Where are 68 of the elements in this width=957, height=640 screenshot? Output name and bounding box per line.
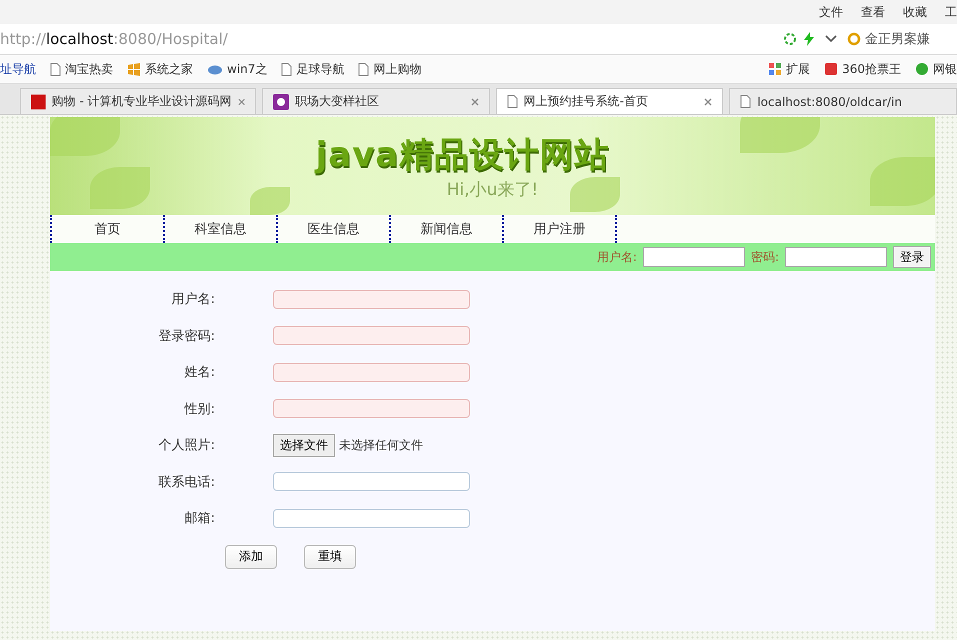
toolbar-button[interactable]: 扩展 — [768, 60, 810, 78]
input-field[interactable] — [273, 472, 470, 492]
field-label: 邮箱: — [184, 510, 215, 528]
ticket-icon — [824, 62, 838, 76]
coin-icon — [915, 62, 929, 76]
field-label: 用户名: — [170, 291, 215, 308]
password-field[interactable] — [785, 247, 887, 267]
grid-icon — [768, 62, 782, 76]
field-label: 登录密码: — [158, 328, 215, 345]
input-field[interactable] — [273, 326, 470, 346]
menu-item[interactable]: 收藏 — [903, 4, 927, 20]
page-icon — [281, 62, 292, 76]
site-title: java精品设计网站 — [316, 134, 610, 176]
browser-tab[interactable]: 网上预约挂号系统-首页 — [496, 88, 724, 114]
refresh-icon[interactable] — [783, 32, 797, 46]
field-label: 用户名: — [596, 248, 637, 266]
leaf-shape — [50, 117, 120, 156]
page-icon — [358, 62, 370, 76]
browser-tab[interactable]: 职场大变样社区 — [262, 88, 490, 114]
address-bar[interactable]: http://localhost:8080/Hospital/ — [0, 30, 783, 48]
field-label: 性别: — [183, 400, 215, 418]
cloud-icon — [207, 64, 223, 74]
leaf-shape — [570, 177, 620, 212]
bookmark[interactable]: 网上购物 — [358, 60, 422, 78]
field-label: 姓名: — [184, 364, 215, 382]
field-label: 密码: — [750, 248, 779, 266]
browser-tab[interactable]: localhost:8080/oldcar/in — [729, 88, 957, 114]
field-label: 个人照片: — [158, 437, 215, 454]
site-subtitle: Hi,小u来了! — [446, 178, 538, 200]
bookmark[interactable]: 淘宝热卖 — [50, 60, 113, 78]
file-status: 未选择任何文件 — [339, 436, 423, 454]
search-field[interactable]: 金正男案嫌 — [847, 30, 957, 48]
toolbar-button[interactable]: 网银 — [915, 60, 957, 78]
lightning-icon[interactable] — [803, 32, 815, 46]
bookmark[interactable]: 足球导航 — [281, 60, 344, 78]
login-button[interactable]: 登录 — [893, 246, 931, 268]
menu-item[interactable]: 文件 — [819, 4, 843, 20]
choose-file-button[interactable]: 选择文件 — [273, 434, 335, 457]
bookmark[interactable]: 址导航 — [0, 60, 36, 78]
leaf-shape — [870, 157, 935, 206]
input-field[interactable] — [273, 508, 470, 528]
form-button[interactable]: 重填 — [304, 544, 356, 568]
windows-logo-icon — [127, 62, 141, 76]
shop-icon — [31, 94, 46, 110]
leaf-shape — [90, 167, 150, 209]
search-text: 金正男案嫌 — [865, 31, 930, 48]
form-button[interactable]: 添加 — [225, 544, 277, 568]
toolbar-button[interactable]: 360抢票王 — [824, 60, 901, 78]
input-field[interactable] — [273, 399, 470, 418]
bookmark[interactable]: win7之 — [207, 60, 268, 78]
username-field[interactable] — [642, 247, 745, 267]
close-icon[interactable] — [470, 98, 479, 106]
input-field[interactable] — [273, 362, 470, 382]
bookmark[interactable]: 系统之家 — [127, 60, 193, 78]
page-icon — [740, 95, 752, 108]
menu-item[interactable]: 工 — [945, 4, 957, 20]
input-field[interactable] — [273, 290, 470, 309]
browser-tab[interactable]: 购物 - 计算机专业毕业设计源码网 — [20, 88, 256, 114]
menu-item[interactable]: 查看 — [861, 4, 885, 20]
close-icon[interactable] — [704, 98, 712, 106]
page-icon — [506, 95, 518, 108]
chevron-down-icon[interactable] — [825, 35, 837, 43]
field-label: 联系电话: — [158, 474, 215, 491]
leaf-shape — [250, 187, 290, 215]
page-icon — [50, 62, 61, 76]
close-icon[interactable] — [238, 98, 245, 106]
search-icon — [847, 32, 861, 46]
app-icon — [273, 94, 289, 110]
